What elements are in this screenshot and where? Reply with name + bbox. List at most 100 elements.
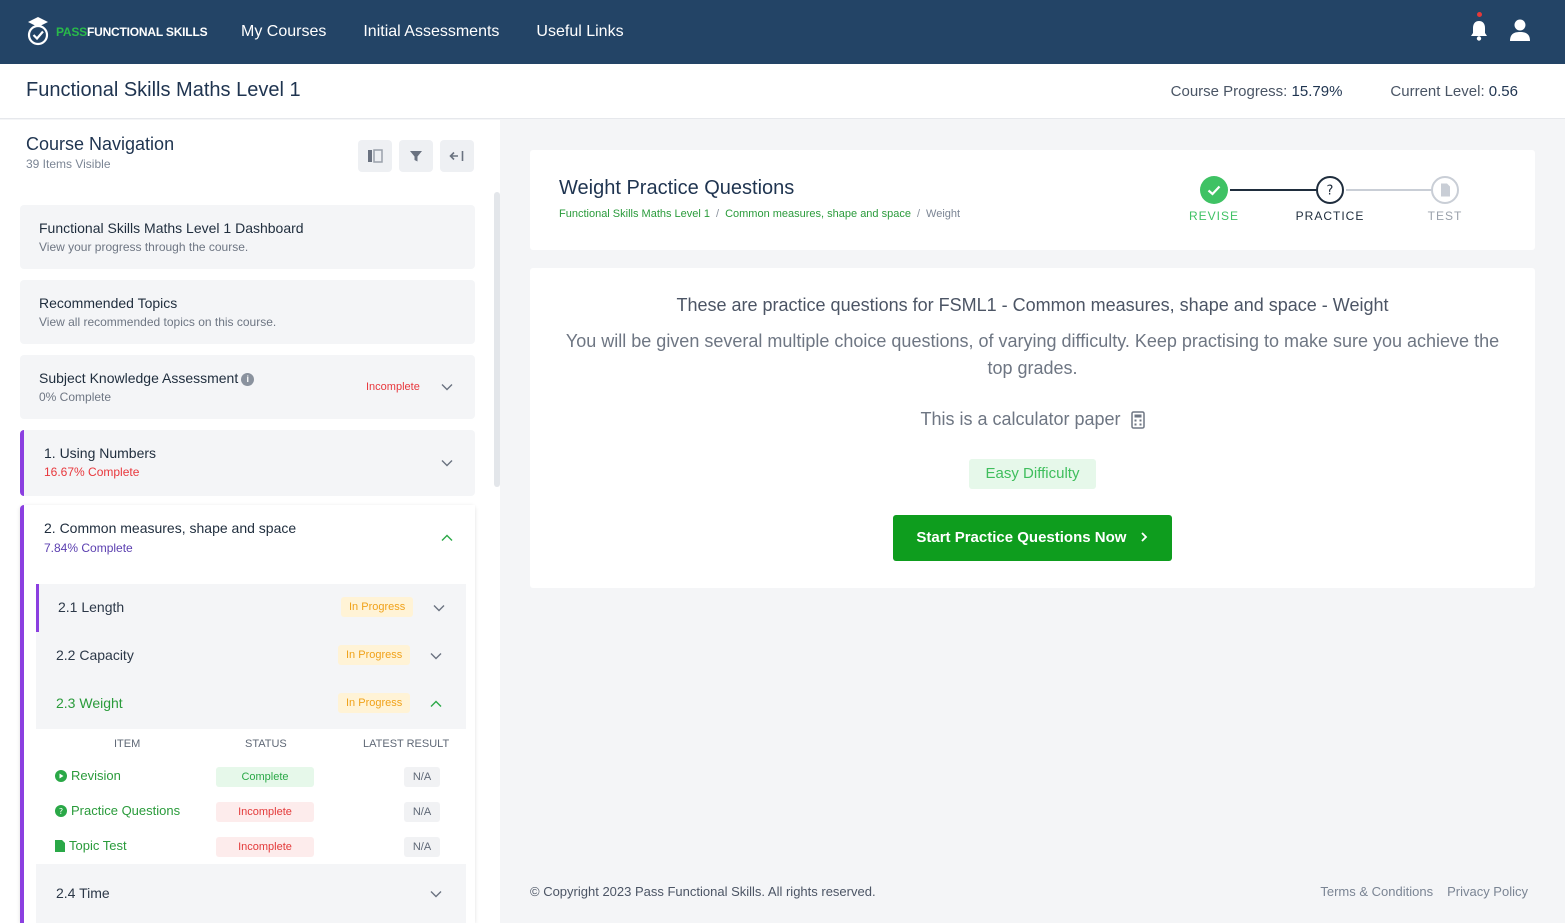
step-connector <box>1230 189 1320 191</box>
arrow-left-bar-icon <box>449 151 464 161</box>
step-label-revise: REVISE <box>1188 209 1239 223</box>
terms-link[interactable]: Terms & Conditions <box>1320 884 1433 899</box>
sidebar-tools <box>358 140 481 172</box>
calculator-icon <box>1130 410 1145 429</box>
practice-heading: These are practice questions for FSML1 -… <box>676 295 1389 315</box>
subtopic-length[interactable]: 2.1 Length In Progress <box>36 584 466 632</box>
sidebar-title: Course Navigation <box>26 134 175 154</box>
status-badge: In Progress <box>338 645 411 665</box>
subtopics-list: 2.1 Length In Progress 2.2 Capacity In P… <box>36 584 466 923</box>
practice-intro-panel: These are practice questions for FSML1 -… <box>530 268 1535 588</box>
card-subtitle: View your progress through the course. <box>39 240 249 254</box>
svg-text:?: ? <box>59 807 63 816</box>
subtopic-label: 2.2 Capacity <box>56 647 134 663</box>
play-circle-icon <box>55 769 67 782</box>
card-subtitle: 0% Complete <box>39 390 112 404</box>
chevron-down-icon[interactable] <box>432 601 446 615</box>
chevron-down-icon[interactable] <box>429 887 443 901</box>
item-revision-link[interactable]: Revision <box>55 768 121 783</box>
svg-text:?: ? <box>1327 184 1334 199</box>
column-header-item: Item <box>114 738 141 750</box>
item-topic-test-link[interactable]: Topic Test <box>55 838 127 853</box>
subtopic-label: 2.1 Length <box>58 599 125 615</box>
breadcrumb-course[interactable]: Functional Skills Maths Level 1 <box>559 208 710 220</box>
sidebar-scrollbar[interactable] <box>494 192 500 487</box>
nav-useful-links[interactable]: Useful Links <box>536 23 623 41</box>
course-progress: Course Progress: 15.79% <box>1170 83 1343 100</box>
filter-button[interactable] <box>399 140 433 172</box>
breadcrumb-current: Weight <box>926 208 961 220</box>
notification-dot <box>1477 12 1482 17</box>
status-badge: Incomplete <box>366 381 420 393</box>
subtopic-weight[interactable]: 2.3 Weight In Progress <box>36 680 466 728</box>
step-test-document-icon[interactable] <box>1431 176 1459 204</box>
nav-my-courses[interactable]: My Courses <box>241 23 326 41</box>
start-practice-button[interactable]: Start Practice Questions Now <box>893 515 1172 561</box>
filter-icon <box>410 151 422 162</box>
toggle-layout-button[interactable] <box>358 140 392 172</box>
document-icon <box>55 839 65 852</box>
topic-header-panel: Weight Practice Questions Functional Ski… <box>530 150 1535 250</box>
panel-layout-icon <box>368 149 383 163</box>
subtopic-capacity[interactable]: 2.2 Capacity In Progress <box>36 632 466 680</box>
weight-items-table: Item Status Latest Result Revision Compl… <box>36 729 466 864</box>
chevron-down-icon[interactable] <box>429 649 443 663</box>
current-level: Current Level: 0.56 <box>1390 83 1518 100</box>
top-icons <box>1469 12 1531 42</box>
dashboard-card[interactable]: Functional Skills Maths Level 1 Dashboar… <box>20 205 475 269</box>
subtopic-label: 2.4 Time <box>56 885 110 901</box>
step-revise-check-icon[interactable] <box>1200 176 1228 204</box>
graduation-check-icon <box>27 17 49 46</box>
chevron-down-icon[interactable] <box>440 456 454 470</box>
status-badge: In Progress <box>338 693 411 713</box>
sidebar-subtitle: 39 Items Visible <box>26 157 111 171</box>
subtopic-time[interactable]: 2.4 Time <box>36 870 466 918</box>
practice-description: You will be given several multiple choic… <box>565 331 1500 378</box>
column-header-result: Latest Result <box>363 738 450 750</box>
using-numbers-card[interactable]: 1. Using Numbers 16.67% Complete <box>20 430 475 496</box>
main-nav: My Courses Initial Assessments Useful Li… <box>241 0 661 64</box>
status-badge: Complete <box>216 767 314 787</box>
question-circle-icon: ? <box>55 804 67 817</box>
copyright-text: © Copyright 2023 Pass Functional Skills.… <box>530 884 876 899</box>
chevron-up-icon[interactable] <box>440 531 454 545</box>
chevron-down-icon[interactable] <box>440 380 454 394</box>
column-header-status: Status <box>245 738 287 750</box>
common-measures-section: 2. Common measures, shape and space 7.84… <box>20 505 475 923</box>
privacy-link[interactable]: Privacy Policy <box>1447 884 1528 899</box>
user-avatar-icon[interactable] <box>1509 18 1531 42</box>
footer-links: Terms & Conditions Privacy Policy <box>1306 884 1528 899</box>
subtopic-label: 2.3 Weight <box>56 695 123 711</box>
section-title: 2. Common measures, shape and space <box>44 520 297 536</box>
step-connector <box>1346 189 1434 191</box>
item-practice-questions-link[interactable]: ? Practice Questions <box>55 803 180 818</box>
recommended-topics-card[interactable]: Recommended Topics View all recommended … <box>20 280 475 344</box>
chevron-right-icon <box>1140 532 1147 542</box>
nav-initial-assessments[interactable]: Initial Assessments <box>363 23 499 41</box>
step-label-test: TEST <box>1427 209 1463 223</box>
subject-knowledge-card[interactable]: Subject Knowledge Assessment i 0% Complet… <box>20 355 475 419</box>
card-title: Functional Skills Maths Level 1 Dashboar… <box>39 220 304 236</box>
collapse-sidebar-button[interactable] <box>440 140 474 172</box>
difficulty-badge: Easy Difficulty <box>969 459 1096 489</box>
topic-title: Weight Practice Questions <box>559 177 795 199</box>
card-subtitle: View all recommended topics on this cour… <box>39 315 277 329</box>
section-header[interactable]: 2. Common measures, shape and space 7.84… <box>24 505 475 571</box>
chevron-up-icon[interactable] <box>429 697 443 711</box>
card-title: Recommended Topics <box>39 295 178 311</box>
bell-icon <box>1471 21 1487 41</box>
latest-result: N/A <box>404 837 440 857</box>
step-practice-question-icon[interactable]: ? <box>1316 176 1344 204</box>
breadcrumb: Functional Skills Maths Level 1/Common m… <box>559 208 961 220</box>
info-icon[interactable]: i <box>241 373 255 386</box>
course-stats: Course Progress: 15.79% Current Level: 0… <box>1123 83 1518 100</box>
card-subtitle: 16.67% Complete <box>44 465 140 479</box>
latest-result: N/A <box>404 802 440 822</box>
status-badge: Incomplete <box>216 802 314 822</box>
breadcrumb-unit[interactable]: Common measures, shape and space <box>725 208 911 220</box>
status-badge: In Progress <box>341 597 414 617</box>
brand-logo[interactable]: PASSFUNCTIONAL SKILLS <box>26 16 208 48</box>
brand-name: PASSFUNCTIONAL SKILLS <box>56 25 208 39</box>
course-header: Functional Skills Maths Level 1 Course P… <box>0 64 1565 119</box>
notifications-bell-icon[interactable] <box>1469 12 1489 42</box>
